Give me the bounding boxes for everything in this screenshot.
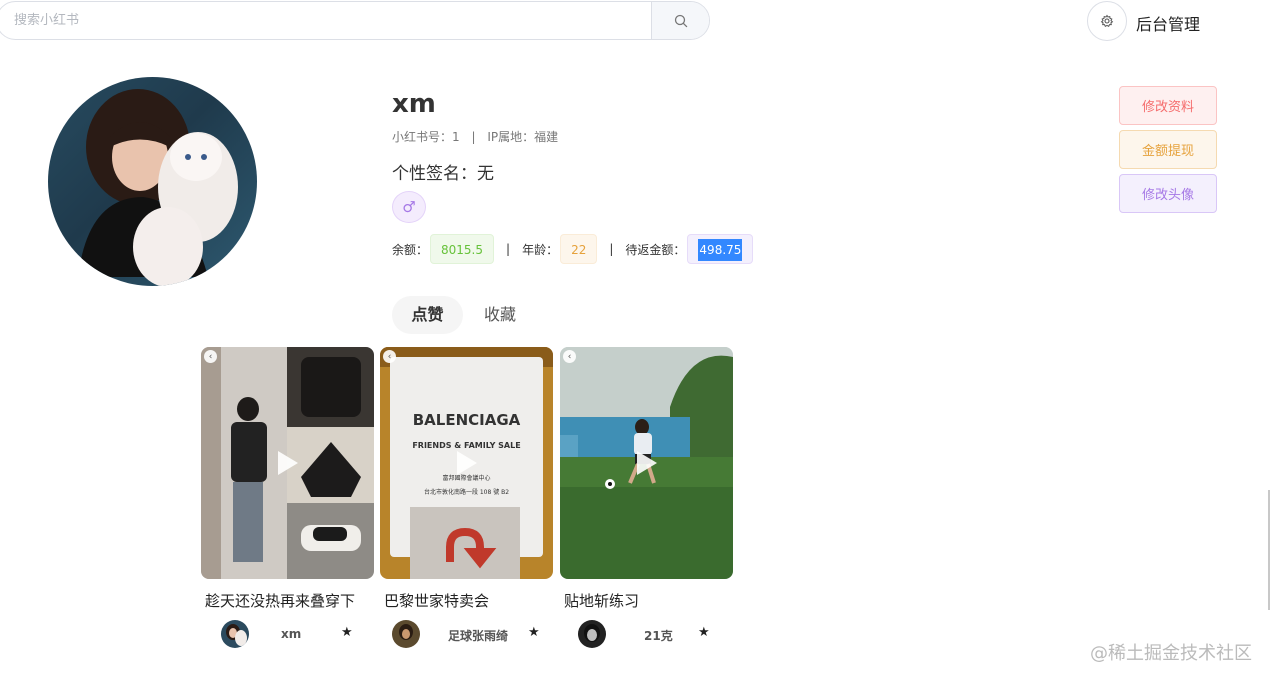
tab-likes[interactable]: 点赞	[392, 296, 463, 334]
star-icon[interactable]: ★	[698, 625, 710, 640]
scrollbar[interactable]	[1268, 490, 1270, 610]
profile-meta: 小红书号：1 | IP属地：福建	[392, 128, 560, 145]
author-name[interactable]: 足球张雨绮	[448, 627, 508, 644]
author-avatar[interactable]	[578, 620, 606, 648]
stats-row: 余额： 8015.5 | 年龄： 22 | 待返金额： 498.75	[392, 233, 754, 265]
edit-avatar-button[interactable]: 修改头像	[1119, 174, 1217, 213]
balance-value: 8015.5	[430, 234, 495, 264]
search-bar	[0, 1, 710, 40]
search-icon	[674, 14, 687, 27]
cover-sale-text: FRIENDS & FAMILY SALE	[412, 441, 521, 450]
chevron-left-icon[interactable]: ‹	[204, 350, 217, 363]
gear-icon	[1100, 14, 1114, 27]
note-card[interactable]: ‹ 贴地斩练习 21克 ★	[560, 347, 733, 648]
note-card[interactable]: ‹ 趁天还没热再来叠穿下 xm ★	[201, 347, 374, 648]
author-avatar[interactable]	[392, 620, 420, 648]
search-button[interactable]	[651, 2, 709, 39]
admin-button[interactable]	[1087, 1, 1127, 41]
edit-profile-button[interactable]: 修改资料	[1119, 86, 1217, 125]
note-cover[interactable]: ‹	[201, 347, 374, 579]
bio: 个性签名：无	[392, 164, 494, 184]
search-input[interactable]	[0, 2, 653, 39]
play-icon[interactable]	[456, 451, 477, 475]
meta-separator: |	[471, 130, 476, 144]
play-icon[interactable]	[277, 451, 298, 475]
note-author: 足球张雨绮 ★	[392, 620, 542, 650]
gender-male-icon: ♂	[392, 191, 426, 223]
pending-value-tag: 498.75	[687, 234, 754, 264]
author-name[interactable]: xm	[281, 627, 301, 641]
chevron-left-icon[interactable]: ‹	[563, 350, 576, 363]
pending-label: 待返金额：	[625, 242, 686, 257]
balance-label: 余额：	[392, 242, 429, 257]
admin-label[interactable]: 后台管理	[1136, 11, 1200, 35]
watermark: @稀土掘金技术社区	[1090, 643, 1252, 664]
username: xm	[392, 89, 436, 119]
pending-value: 498.75	[698, 239, 743, 261]
note-title[interactable]: 巴黎世家特卖会	[384, 590, 489, 611]
chevron-left-icon[interactable]: ‹	[383, 350, 396, 363]
user-id: 小红书号：1	[392, 130, 460, 144]
note-cover[interactable]: BALENCIAGA FRIENDS & FAMILY SALE 富邦國際會議中…	[380, 347, 553, 579]
avatar[interactable]	[48, 77, 257, 286]
tab-favorites[interactable]: 收藏	[484, 296, 516, 334]
note-author: xm ★	[221, 620, 371, 650]
author-name[interactable]: 21克	[644, 627, 673, 644]
age-value: 22	[560, 234, 598, 264]
author-avatar[interactable]	[221, 620, 249, 648]
stats-separator: |	[506, 242, 511, 256]
note-author: 21克 ★	[578, 620, 728, 650]
cover-brand-text: BALENCIAGA	[412, 411, 521, 429]
note-cover[interactable]: ‹	[560, 347, 733, 579]
age-label: 年龄：	[522, 242, 559, 257]
play-icon[interactable]	[636, 451, 657, 475]
note-title[interactable]: 趁天还没热再来叠穿下	[205, 590, 355, 611]
note-title[interactable]: 贴地斩练习	[564, 590, 639, 611]
note-card[interactable]: BALENCIAGA FRIENDS & FAMILY SALE 富邦國際會議中…	[380, 347, 553, 648]
star-icon[interactable]: ★	[341, 625, 353, 640]
star-icon[interactable]: ★	[528, 625, 540, 640]
cover-address-text: 台北市敦化南路一段 108 號 B2	[423, 489, 510, 496]
avatar-photo	[78, 89, 238, 286]
ip-location: IP属地：福建	[487, 130, 559, 144]
withdraw-button[interactable]: 金额提现	[1119, 130, 1217, 169]
stats-separator: |	[609, 242, 614, 256]
